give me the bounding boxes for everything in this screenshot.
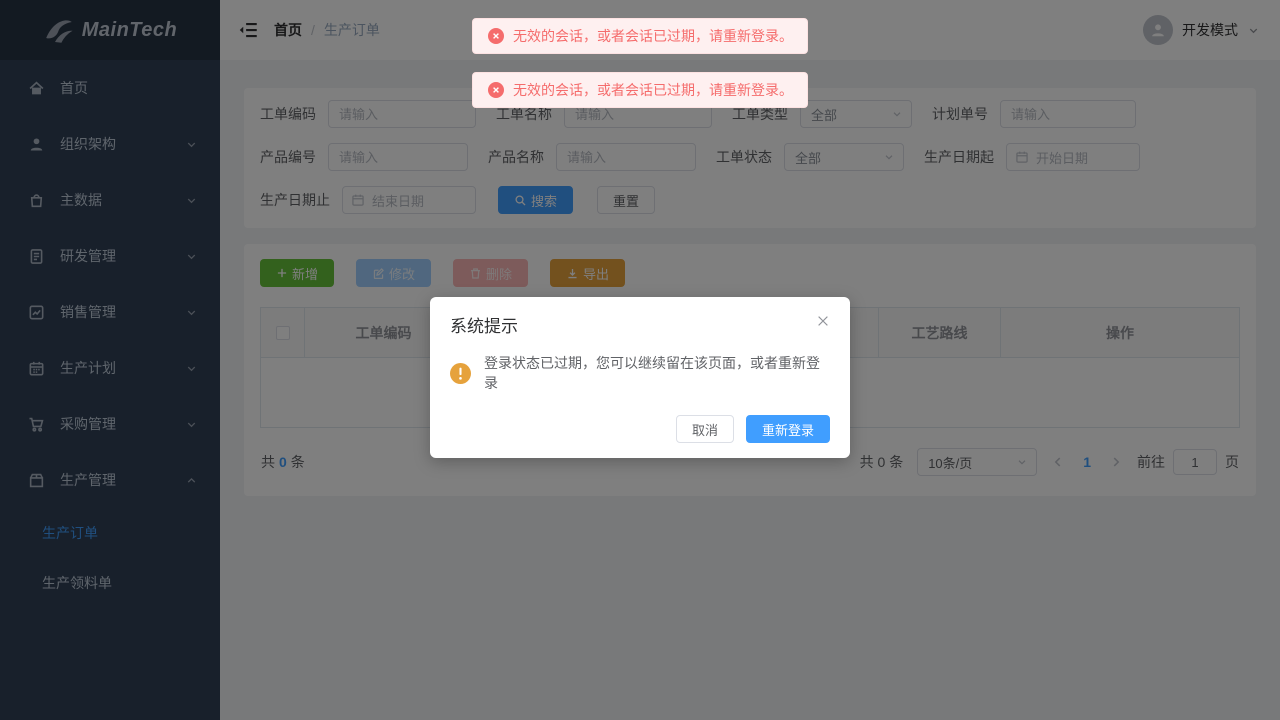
cancel-button[interactable]: 取消 bbox=[676, 415, 734, 443]
error-toast: 无效的会话，或者会话已过期，请重新登录。 bbox=[472, 18, 808, 54]
system-dialog: 系统提示 登录状态已过期，您可以继续留在该页面，或者重新登录 取消 重新登录 bbox=[430, 297, 850, 458]
dialog-message: 登录状态已过期，您可以继续留在该页面，或者重新登录 bbox=[484, 354, 830, 393]
error-toast: 无效的会话，或者会话已过期，请重新登录。 bbox=[472, 72, 808, 108]
warning-icon bbox=[450, 363, 471, 384]
error-circle-icon bbox=[488, 28, 504, 44]
cancel-button-label: 取消 bbox=[692, 420, 718, 439]
toast-message: 无效的会话，或者会话已过期，请重新登录。 bbox=[513, 26, 793, 46]
error-circle-icon bbox=[488, 82, 504, 98]
relogin-button-label: 重新登录 bbox=[762, 420, 814, 439]
close-icon[interactable] bbox=[816, 314, 830, 328]
toast-message: 无效的会话，或者会话已过期，请重新登录。 bbox=[513, 80, 793, 100]
relogin-button[interactable]: 重新登录 bbox=[746, 415, 830, 443]
dialog-title: 系统提示 bbox=[450, 312, 518, 337]
